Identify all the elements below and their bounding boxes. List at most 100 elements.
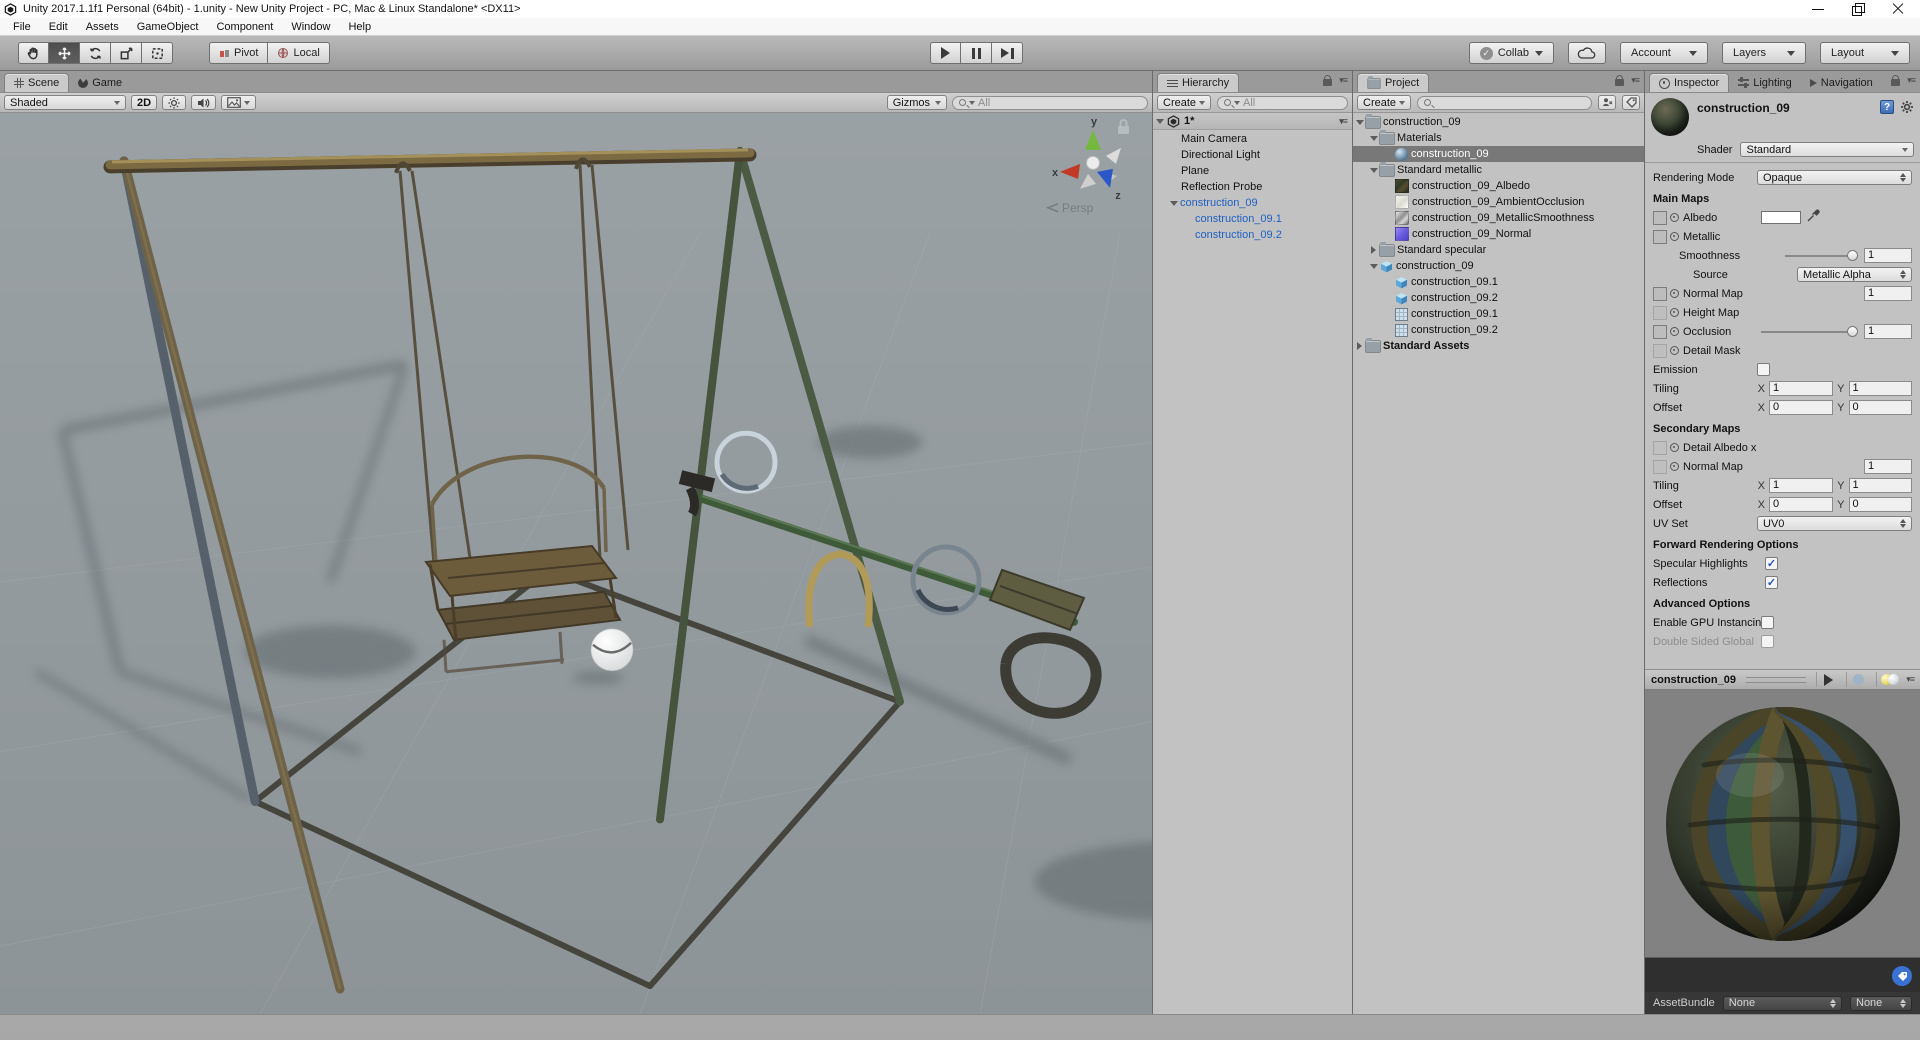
- offset-y-field[interactable]: 0: [1848, 400, 1912, 415]
- hierarchy-item-reflection-probe[interactable]: Reflection Probe: [1153, 179, 1352, 195]
- scene-viewport[interactable]: y x z Persp: [0, 113, 1152, 1014]
- collapsed-icon[interactable]: [1357, 342, 1362, 350]
- smoothness-value-field[interactable]: 1: [1864, 248, 1912, 263]
- scene-audio-toggle[interactable]: [191, 95, 217, 110]
- gpu-instancing-checkbox[interactable]: [1761, 616, 1774, 629]
- layout-dropdown[interactable]: Layout: [1820, 42, 1910, 64]
- project-row-texture[interactable]: construction_09_Albedo: [1353, 178, 1644, 194]
- tab-hierarchy[interactable]: Hierarchy: [1157, 73, 1240, 92]
- expand-icon[interactable]: [1369, 263, 1378, 269]
- minimize-button[interactable]: [1812, 3, 1824, 15]
- hierarchy-item-construction-09[interactable]: construction_09: [1153, 195, 1352, 211]
- gear-icon[interactable]: [1900, 100, 1914, 114]
- project-row-model[interactable]: construction_09.2: [1353, 290, 1644, 306]
- tiling-x-field[interactable]: 1: [1769, 381, 1833, 396]
- object-picker-icon[interactable]: [1670, 213, 1679, 222]
- preview-play-button[interactable]: [1816, 672, 1840, 687]
- project-search-input[interactable]: [1417, 95, 1592, 110]
- hierarchy-scene-header[interactable]: 1* ▾≡: [1153, 113, 1352, 130]
- project-row-model[interactable]: construction_09: [1353, 258, 1644, 274]
- scale-tool-button[interactable]: [111, 42, 142, 64]
- albedo-color-swatch[interactable]: [1761, 211, 1801, 224]
- menu-file[interactable]: File: [4, 18, 40, 36]
- secondary-normal-map-thumb[interactable]: [1653, 459, 1667, 474]
- project-row-folder[interactable]: construction_09: [1353, 113, 1644, 130]
- hierarchy-item-construction-09-1[interactable]: construction_09.1: [1153, 211, 1352, 227]
- object-picker-icon[interactable]: [1670, 232, 1679, 241]
- slider-knob[interactable]: [1847, 249, 1858, 261]
- secondary-tiling-x-field[interactable]: 1: [1769, 478, 1833, 493]
- pause-button[interactable]: [961, 42, 992, 64]
- move-tool-button[interactable]: [49, 42, 80, 64]
- project-row-folder[interactable]: Standard Assets: [1353, 337, 1644, 354]
- hand-tool-button[interactable]: [18, 42, 49, 64]
- preview-viewport[interactable]: [1645, 690, 1920, 958]
- cloud-services-button[interactable]: [1568, 42, 1606, 64]
- pivot-toggle-button[interactable]: Pivot: [209, 42, 269, 64]
- panel-menu-icon[interactable]: ▾≡: [1631, 75, 1640, 86]
- uv-set-dropdown[interactable]: UV0: [1757, 516, 1912, 531]
- rect-tool-button[interactable]: [142, 42, 173, 64]
- occlusion-slider[interactable]: [1761, 325, 1858, 337]
- detail-albedo-thumb[interactable]: [1653, 440, 1667, 455]
- assetbundle-dropdown[interactable]: None: [1722, 995, 1842, 1011]
- tab-navigation[interactable]: Navigation: [1801, 73, 1882, 92]
- project-create-button[interactable]: Create: [1357, 95, 1412, 110]
- detail-mask-thumb[interactable]: [1653, 343, 1667, 358]
- lock-icon[interactable]: [1615, 75, 1625, 86]
- slider-knob[interactable]: [1847, 325, 1858, 337]
- project-row-material-selected[interactable]: construction_09: [1353, 146, 1644, 162]
- project-row-mesh[interactable]: construction_09.2: [1353, 322, 1644, 338]
- collapsed-icon[interactable]: [1371, 246, 1376, 254]
- scene-menu-icon[interactable]: ▾≡: [1339, 116, 1348, 127]
- project-row-folder[interactable]: Standard specular: [1353, 241, 1644, 258]
- tiling-y-field[interactable]: 1: [1848, 381, 1912, 396]
- preview-drag-handle[interactable]: [1745, 676, 1807, 683]
- collab-button[interactable]: ✓ Collab: [1468, 42, 1554, 64]
- expand-icon[interactable]: [1369, 167, 1378, 173]
- emission-checkbox[interactable]: [1757, 363, 1770, 376]
- 2d-toggle-button[interactable]: 2D: [131, 95, 158, 110]
- secondary-tiling-y-field[interactable]: 1: [1848, 478, 1912, 493]
- hierarchy-item-construction-09-2[interactable]: construction_09.2: [1153, 227, 1352, 243]
- object-picker-icon[interactable]: [1670, 443, 1679, 452]
- menu-assets[interactable]: Assets: [77, 18, 128, 36]
- object-picker-icon[interactable]: [1670, 346, 1679, 355]
- restore-button[interactable]: [1852, 3, 1865, 16]
- source-dropdown[interactable]: Metallic Alpha: [1797, 267, 1912, 282]
- object-picker-icon[interactable]: [1670, 462, 1679, 471]
- shader-dropdown[interactable]: Standard: [1740, 142, 1914, 157]
- project-row-mesh[interactable]: construction_09.1: [1353, 306, 1644, 322]
- tab-lighting[interactable]: Lighting: [1729, 73, 1801, 92]
- expand-icon[interactable]: [1156, 118, 1164, 124]
- gizmos-dropdown[interactable]: Gizmos: [886, 95, 947, 110]
- occlusion-map-thumb[interactable]: [1653, 324, 1667, 339]
- hierarchy-item-main-camera[interactable]: Main Camera: [1153, 131, 1352, 147]
- project-row-model[interactable]: construction_09.1: [1353, 274, 1644, 290]
- hierarchy-item-plane[interactable]: Plane: [1153, 163, 1352, 179]
- object-picker-icon[interactable]: [1670, 308, 1679, 317]
- tab-scene[interactable]: Scene: [4, 73, 70, 92]
- asset-labels-button[interactable]: [1892, 966, 1912, 986]
- project-row-texture[interactable]: construction_09_MetallicSmoothness: [1353, 210, 1644, 226]
- search-by-type-button[interactable]: [1598, 95, 1616, 110]
- scene-lighting-toggle[interactable]: [162, 95, 187, 110]
- tab-game[interactable]: Game: [69, 73, 131, 92]
- menu-gameobject[interactable]: GameObject: [128, 18, 208, 36]
- secondary-offset-y-field[interactable]: 0: [1848, 497, 1912, 512]
- local-toggle-button[interactable]: Local: [268, 42, 330, 64]
- object-picker-icon[interactable]: [1670, 327, 1679, 336]
- search-by-label-button[interactable]: [1622, 95, 1640, 110]
- menu-window[interactable]: Window: [282, 18, 339, 36]
- height-map-thumb[interactable]: [1653, 305, 1667, 320]
- assetbundle-variant-dropdown[interactable]: None: [1850, 995, 1912, 1011]
- rotate-tool-button[interactable]: [80, 42, 111, 64]
- preview-lighting-toggle[interactable]: [1876, 672, 1900, 687]
- lock-icon[interactable]: [1323, 75, 1333, 86]
- account-dropdown[interactable]: Account: [1620, 42, 1708, 64]
- play-button[interactable]: [930, 42, 961, 64]
- offset-x-field[interactable]: 0: [1769, 400, 1833, 415]
- preview-menu-icon[interactable]: ▾≡: [1906, 674, 1915, 685]
- tab-project[interactable]: Project: [1357, 73, 1430, 92]
- rendering-mode-dropdown[interactable]: Opaque: [1757, 170, 1912, 185]
